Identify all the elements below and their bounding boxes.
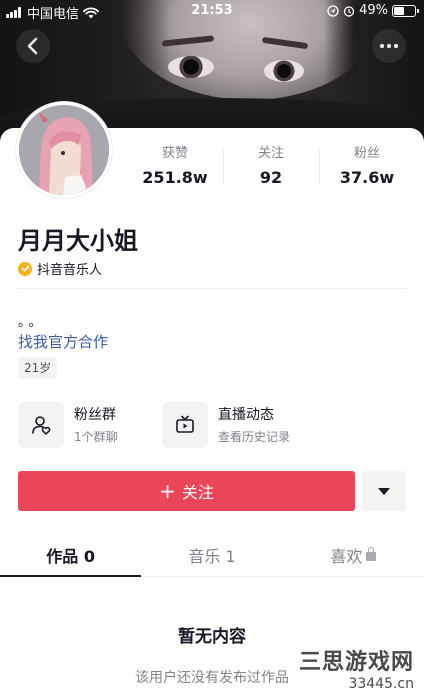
triangle-down-icon <box>378 487 390 495</box>
live-history-entry[interactable]: 直播动态 查看历史记录 <box>162 401 290 449</box>
banner-eye-right <box>264 60 304 82</box>
fans-group-text: 粉丝群 1个群聊 <box>74 405 118 446</box>
more-button[interactable] <box>372 29 406 63</box>
profile-stats: 获赞 251.8w 关注 92 粉丝 37.6w <box>127 144 415 192</box>
live-history-text: 直播动态 查看历史记录 <box>218 405 290 446</box>
watermark-name: 三思游戏网 <box>298 650 414 675</box>
avatar-image <box>19 105 109 195</box>
tab-works[interactable]: 作品 0 <box>0 533 142 577</box>
location-icon <box>327 4 339 17</box>
fans-group-entry[interactable]: 粉丝群 1个群聊 <box>18 401 118 449</box>
content-tabs: 作品 0 音乐 1 喜欢 <box>0 533 424 577</box>
tv-icon <box>162 402 208 448</box>
verified-badge-icon <box>18 261 32 276</box>
fan-group-icon <box>18 402 64 448</box>
tab-likes-label: 喜欢 <box>330 546 363 566</box>
avatar[interactable] <box>16 102 112 198</box>
follow-button[interactable]: + 关注 <box>18 471 355 511</box>
empty-state-title: 暂无内容 <box>178 627 246 647</box>
stat-following-value: 92 <box>259 168 283 187</box>
lock-icon <box>366 546 377 561</box>
site-watermark: 三思游戏网 33445.cn <box>299 650 414 692</box>
tab-likes[interactable]: 喜欢 <box>283 533 424 576</box>
stat-following-label: 关注 <box>257 146 284 161</box>
divider <box>18 288 406 289</box>
stat-followers-label: 粉丝 <box>353 146 380 161</box>
stat-likes-value: 251.8w <box>142 168 208 187</box>
tab-works-label: 作品 0 <box>46 546 96 566</box>
stat-following[interactable]: 关注 92 <box>223 144 319 192</box>
stat-followers-value: 37.6w <box>339 168 395 187</box>
stat-likes-label: 获赞 <box>161 146 188 161</box>
status-right: 49% <box>327 3 419 18</box>
profile-bio: 。。 <box>18 315 46 330</box>
recommend-dropdown-button[interactable] <box>362 471 406 511</box>
battery-icon <box>392 4 419 17</box>
tab-music[interactable]: 音乐 1 <box>141 533 282 576</box>
tab-music-label: 音乐 1 <box>188 546 236 566</box>
profile-name: 月月大小姐 <box>18 227 138 255</box>
business-link[interactable]: 找我官方合作 <box>18 331 108 352</box>
status-bar: 中国电信 21:53 49% <box>0 0 424 22</box>
verified-label[interactable]: 抖音音乐人 <box>18 259 102 278</box>
avatar-illustration <box>19 105 109 195</box>
verified-text: 抖音音乐人 <box>37 263 103 278</box>
follow-label: 关注 <box>181 483 214 502</box>
fans-group-subtitle: 1个群聊 <box>74 429 118 444</box>
back-button[interactable] <box>16 29 50 63</box>
live-history-title: 直播动态 <box>218 406 274 423</box>
battery-percent: 49% <box>359 3 388 18</box>
stat-likes[interactable]: 获赞 251.8w <box>127 144 223 192</box>
fans-group-title: 粉丝群 <box>74 406 116 423</box>
watermark-domain: 33445.cn <box>348 676 414 692</box>
banner-eye-left <box>168 56 214 78</box>
more-dots-icon <box>380 44 398 48</box>
chevron-left-icon <box>27 37 38 55</box>
alarm-icon <box>343 5 355 17</box>
stat-followers[interactable]: 粉丝 37.6w <box>319 144 415 192</box>
age-tag: 21岁 <box>18 357 58 379</box>
plus-icon: + <box>159 479 176 503</box>
live-history-subtitle: 查看历史记录 <box>218 429 291 444</box>
